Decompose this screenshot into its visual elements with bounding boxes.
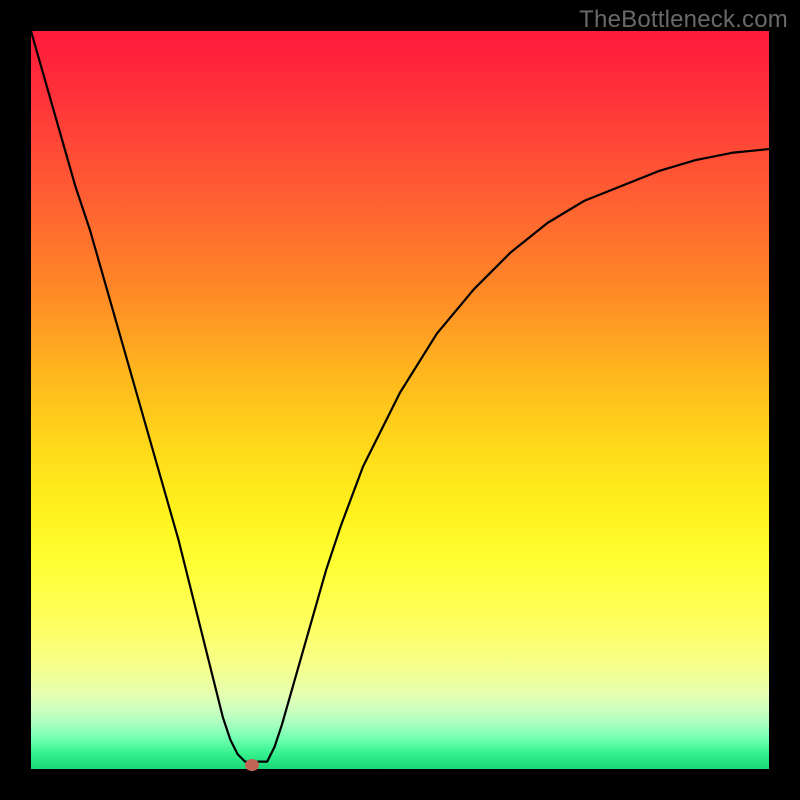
bottleneck-curve	[31, 31, 769, 769]
watermark-text: TheBottleneck.com	[579, 6, 788, 34]
plot-area	[31, 31, 769, 769]
chart-frame: TheBottleneck.com	[0, 0, 800, 800]
optimal-point-marker	[245, 759, 259, 771]
